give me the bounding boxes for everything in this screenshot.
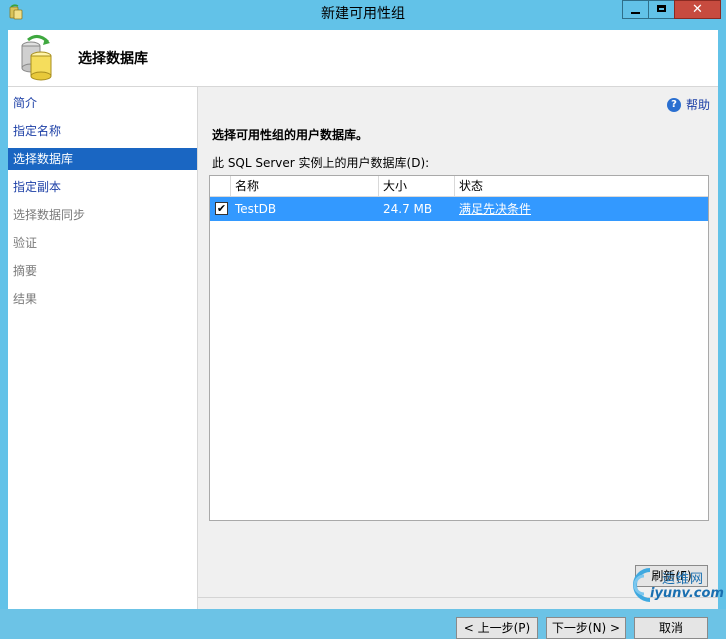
wizard-nav: 简介 指定名称 选择数据库 指定副本 选择数据同步 验证 摘要 结果	[8, 87, 198, 609]
column-header-checkbox[interactable]	[210, 176, 231, 196]
watermark-text: 运维网	[662, 572, 705, 587]
nav-item-validation: 验证	[13, 236, 38, 250]
maximize-button[interactable]	[648, 0, 675, 19]
minimize-button[interactable]	[622, 0, 649, 19]
watermark: 运维网 iyunv.com	[620, 560, 726, 609]
maximize-icon	[657, 5, 666, 12]
nav-item-summary: 摘要	[13, 264, 38, 278]
page-subtitle: 选择可用性组的用户数据库。	[212, 128, 369, 142]
database-icon	[21, 35, 52, 81]
nav-item-results: 结果	[13, 292, 38, 306]
nav-item-specify-replicas[interactable]: 指定副本	[8, 176, 197, 198]
previous-button[interactable]: < 上一步(P)	[456, 617, 538, 639]
nav-item-data-sync: 选择数据同步	[13, 208, 86, 222]
title-bar[interactable]: 新建可用性组 ✕	[0, 0, 726, 26]
list-header: 名称 大小 状态	[210, 176, 708, 197]
table-row[interactable]: ✔ TestDB 24.7 MB 满足先决条件	[210, 197, 708, 221]
help-label: 帮助	[685, 98, 710, 112]
nav-item-specify-name[interactable]: 指定名称	[8, 120, 197, 142]
window-frame: 新建可用性组 ✕ 选择数据库 简介 指定名称 选择数据库 指定副本 选择数据同步	[0, 0, 726, 639]
window-title: 新建可用性组	[321, 6, 405, 22]
dialog-client: 选择数据库 简介 指定名称 选择数据库 指定副本 选择数据同步 验证 摘要 结果…	[8, 30, 718, 639]
main-panel: ? 帮助 选择可用性组的用户数据库。 此 SQL Server 实例上的用户数据…	[198, 87, 718, 639]
next-button[interactable]: 下一步(N) >	[546, 617, 626, 639]
close-icon: ✕	[692, 2, 703, 17]
minimize-icon	[631, 12, 640, 14]
cancel-button[interactable]: 取消	[634, 617, 708, 639]
nav-item-intro[interactable]: 简介	[8, 92, 197, 114]
database-list-label: 此 SQL Server 实例上的用户数据库(D):	[212, 156, 430, 170]
database-size: 24.7 MB	[383, 202, 433, 216]
help-link[interactable]: ? 帮助	[666, 96, 710, 113]
watermark-url: iyunv.com	[650, 586, 724, 601]
column-header-status[interactable]: 状态	[455, 176, 708, 196]
help-icon: ?	[666, 97, 681, 112]
page-title: 选择数据库	[78, 51, 148, 67]
close-button[interactable]: ✕	[674, 0, 721, 19]
nav-item-select-databases[interactable]: 选择数据库	[8, 148, 197, 170]
column-header-size[interactable]: 大小	[379, 176, 455, 196]
page-header: 选择数据库	[8, 30, 718, 87]
status-link[interactable]: 满足先决条件	[455, 197, 708, 221]
database-list[interactable]: 名称 大小 状态 ✔ TestDB 24.7 MB 满足先决条件	[209, 175, 709, 521]
row-checkbox[interactable]: ✔	[215, 202, 228, 215]
column-header-name[interactable]: 名称	[231, 176, 379, 196]
database-name: TestDB	[235, 202, 277, 216]
